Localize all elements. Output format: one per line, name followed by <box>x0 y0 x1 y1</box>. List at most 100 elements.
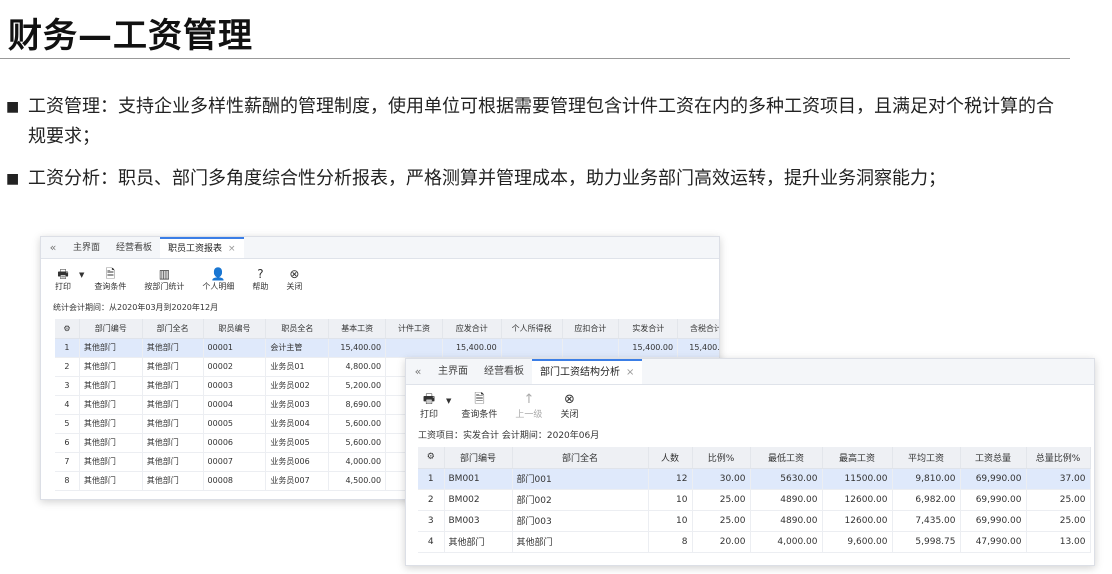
tab-bar: « 主界面 经营看板 部门工资结构分析 × <box>406 359 1094 385</box>
row-index: 8 <box>55 471 80 491</box>
close-tab-icon[interactable]: × <box>228 244 236 254</box>
tab-label: 部门工资结构分析 <box>540 367 620 378</box>
table-row[interactable]: 3 BM003 部门003 10 25.00 4890.00 12600.00 7,435.0… <box>418 510 1091 532</box>
table-cell: 00006 <box>203 433 267 453</box>
table-cell: 30.00 <box>692 468 751 490</box>
table-cell: 10 <box>648 510 693 532</box>
table-cell: 其他部门 <box>79 338 143 358</box>
help-icon: ? <box>257 267 264 281</box>
table-cell: 00004 <box>203 395 267 415</box>
table-row[interactable]: 1 其他部门 其他部门 00001 会计主管 15,400.00 15,400.00 15,4… <box>55 338 719 358</box>
row-index: 6 <box>55 433 80 453</box>
table-cell: 其他部门 <box>142 376 204 396</box>
bullet-list: ■ 工资管理：支持企业多样性薪酬的管理制度，使用单位可根据需要管理包含计件工资在… <box>6 92 1066 194</box>
column-header[interactable]: 部门编号 <box>79 319 143 339</box>
close-tab-icon[interactable]: × <box>626 367 634 378</box>
table-settings-icon[interactable]: ⚙ <box>418 447 445 469</box>
row-index: 1 <box>418 468 445 490</box>
query-label: 查询条件 <box>461 410 498 420</box>
tab-home[interactable]: 主界面 <box>430 359 476 384</box>
help-button[interactable]: ? 帮助 <box>252 267 268 292</box>
column-header[interactable]: 含税合计 <box>677 319 719 339</box>
tab-dept-salary-structure[interactable]: 部门工资结构分析 × <box>532 359 643 384</box>
tab-dashboard[interactable]: 经营看板 <box>476 359 532 384</box>
column-header[interactable]: 平均工资 <box>892 447 961 469</box>
table-cell: 其他部门 <box>142 471 204 491</box>
collapse-icon[interactable]: « <box>41 237 65 258</box>
tab-home[interactable]: 主界面 <box>65 237 108 258</box>
table-cell: 其他部门 <box>444 531 513 553</box>
table-row[interactable]: 4 其他部门 其他部门 8 20.00 4,000.00 9,600.00 5,998.75 4… <box>418 531 1091 553</box>
table-cell: 其他部门 <box>142 395 204 415</box>
document-icon: 🗎 <box>105 267 116 281</box>
table-cell: 业务员004 <box>265 414 330 434</box>
close-button[interactable]: ⊗ 关闭 <box>560 392 579 421</box>
table-settings-icon[interactable]: ⚙ <box>55 319 80 339</box>
table-cell: 4,500.00 <box>328 471 387 491</box>
close-circle-icon: ⊗ <box>563 392 575 407</box>
help-label: 帮助 <box>252 282 269 291</box>
query-conditions-button[interactable]: 🗎 查询条件 <box>94 267 126 292</box>
column-header[interactable]: 部门全名 <box>512 447 649 469</box>
print-label: 打印 <box>55 282 71 291</box>
column-header[interactable]: 基本工资 <box>328 319 387 339</box>
table-cell: 9,600.00 <box>822 531 893 553</box>
table-row[interactable]: 1 BM001 部门001 12 30.00 5630.00 11500.00 9,810.0… <box>418 468 1091 490</box>
column-header[interactable]: 总量比例% <box>1026 447 1091 469</box>
row-index: 4 <box>418 531 445 553</box>
column-header[interactable]: 职员全名 <box>265 319 330 339</box>
personal-detail-button[interactable]: 👤 个人明细 <box>202 267 234 292</box>
column-header[interactable]: 部门全名 <box>142 319 204 339</box>
column-header[interactable]: 部门编号 <box>444 447 513 469</box>
table-cell: 10 <box>648 489 693 511</box>
column-header[interactable]: 比例% <box>692 447 751 469</box>
bullet-item: ■ 工资管理：支持企业多样性薪酬的管理制度，使用单位可根据需要管理包含计件工资在… <box>6 92 1066 152</box>
print-button[interactable]: 🖶 打印 <box>420 392 438 421</box>
table-cell: 其他部门 <box>142 414 204 434</box>
column-header[interactable]: 应扣合计 <box>562 319 620 339</box>
close-button[interactable]: ⊗ 关闭 <box>286 267 302 292</box>
table-cell: 25.00 <box>692 510 751 532</box>
table-cell: 20.00 <box>692 531 751 553</box>
query-conditions-button[interactable]: 🗎 查询条件 <box>461 393 498 421</box>
toolbar: 🖶 打印 ▼ 🗎 查询条件 ↑ 上一级 ⊗ 关闭 <box>406 385 1094 424</box>
column-header[interactable]: 工资总量 <box>960 447 1027 469</box>
dept-salary-structure-window: « 主界面 经营看板 部门工资结构分析 × 🖶 打印 ▼ 🗎 查询条件 ↑ 上一级 ⊗ 关… <box>405 358 1095 566</box>
table-row[interactable]: 2 BM002 部门002 10 25.00 4890.00 12600.00 6,982.0… <box>418 489 1091 511</box>
column-header[interactable]: 计件工资 <box>385 319 443 339</box>
print-button[interactable]: 🖶 打印 <box>55 267 71 292</box>
org-chart-icon: ▥ <box>158 267 171 281</box>
table-cell: 业务员003 <box>265 395 330 415</box>
up-level-button[interactable]: ↑ 上一级 <box>515 393 542 421</box>
close-circle-icon: ⊗ <box>289 267 300 281</box>
table-cell: 5,200.00 <box>328 376 387 396</box>
column-header[interactable]: 实发合计 <box>618 319 679 339</box>
collapse-icon[interactable]: « <box>406 359 430 384</box>
table-cell: 4890.00 <box>750 489 823 511</box>
print-dropdown-icon[interactable]: ▼ <box>79 271 84 292</box>
table-cell: 其他部门 <box>142 338 204 358</box>
close-label: 关闭 <box>560 410 579 420</box>
column-header[interactable]: 最低工资 <box>750 447 823 469</box>
row-index: 7 <box>55 452 80 472</box>
table-cell: 9,810.00 <box>892 468 961 490</box>
printer-icon: 🖶 <box>422 392 436 407</box>
column-header[interactable]: 应发合计 <box>442 319 502 339</box>
tab-dashboard[interactable]: 经营看板 <box>108 237 160 258</box>
table-cell: 其他部门 <box>79 376 143 396</box>
column-header[interactable]: 最高工资 <box>822 447 893 469</box>
table-cell: 4,800.00 <box>328 357 387 377</box>
bullet-square-icon: ■ <box>6 99 20 115</box>
column-header[interactable]: 个人所得税 <box>501 319 563 339</box>
column-header[interactable]: 职员编号 <box>203 319 267 339</box>
dept-stats-button[interactable]: ▥ 按部门统计 <box>144 267 184 292</box>
tab-employee-salary-report[interactable]: 职员工资报表 × <box>160 237 244 258</box>
dept-stats-label: 按部门统计 <box>144 282 185 291</box>
table-cell: 其他部门 <box>79 452 143 472</box>
table-cell: 5,600.00 <box>328 433 387 453</box>
personal-detail-label: 个人明细 <box>202 282 235 291</box>
row-index: 3 <box>55 376 80 396</box>
table-cell: 8,690.00 <box>328 395 387 415</box>
column-header[interactable]: 人数 <box>648 447 693 469</box>
print-dropdown-icon[interactable]: ▼ <box>446 397 451 420</box>
